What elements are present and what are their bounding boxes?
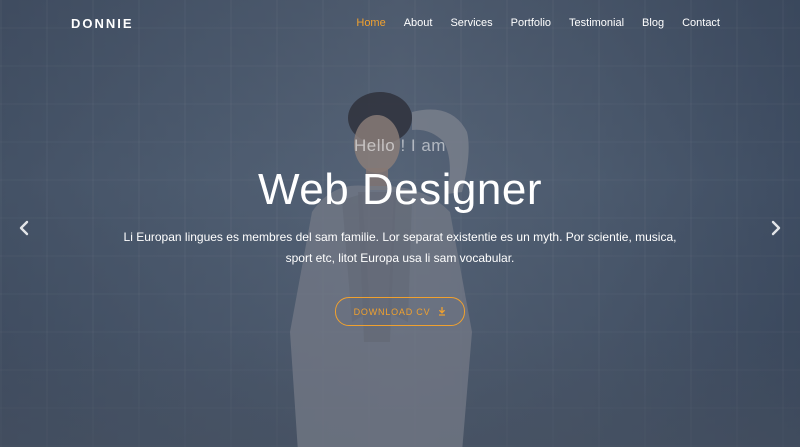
hero-content: Hello ! I am Web Designer Li Europan lin… [0, 136, 800, 326]
brand-logo[interactable]: DONNIE [71, 16, 134, 31]
hero-pre-title: Hello ! I am [354, 136, 446, 155]
nav-item-portfolio[interactable]: Portfolio [511, 17, 551, 29]
hero-title: Web Designer [258, 165, 542, 214]
download-icon [439, 307, 446, 316]
navbar: DONNIE Home About Services Portfolio Tes… [0, 0, 800, 48]
hero-section: DONNIE Home About Services Portfolio Tes… [0, 0, 800, 447]
nav-item-about[interactable]: About [404, 17, 433, 29]
nav-item-blog[interactable]: Blog [642, 17, 664, 29]
download-cv-label: DOWNLOAD CV [353, 306, 431, 317]
main-nav: Home About Services Portfolio Testimonia… [338, 17, 720, 29]
nav-item-contact[interactable]: Contact [682, 17, 720, 29]
download-cv-button[interactable]: DOWNLOAD CV [334, 297, 466, 326]
nav-item-home[interactable]: Home [356, 17, 385, 29]
hero-description: Li Europan lingues es membres del sam fa… [123, 230, 677, 265]
nav-item-testimonial[interactable]: Testimonial [569, 17, 624, 29]
nav-item-services[interactable]: Services [450, 17, 492, 29]
